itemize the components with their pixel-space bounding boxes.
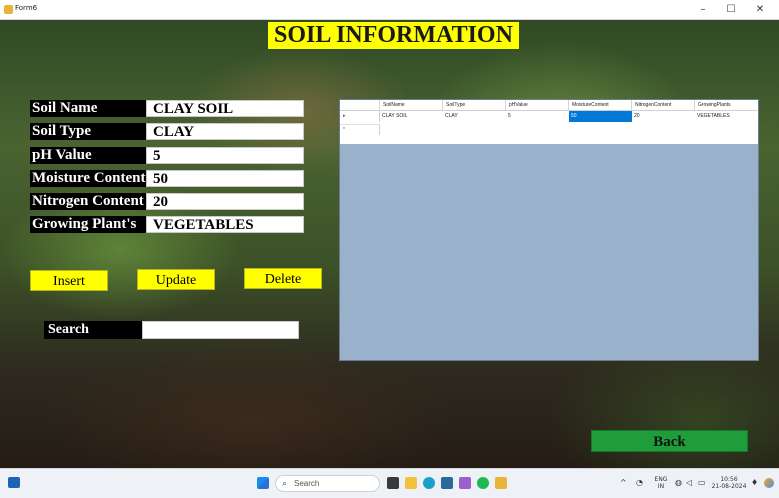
column-header[interactable]: SoilType bbox=[443, 100, 506, 111]
column-header[interactable]: MoistureContent bbox=[569, 100, 632, 111]
column-header[interactable]: pHValue bbox=[506, 100, 569, 111]
chevron-up-icon[interactable]: ^ bbox=[620, 479, 627, 487]
row-header-current[interactable]: ▸ bbox=[340, 111, 380, 122]
grid-content: SoilName SoilType pHValue MoistureConten… bbox=[340, 100, 758, 144]
running-app-icon[interactable] bbox=[495, 477, 507, 489]
grid-cell[interactable]: 20 bbox=[632, 111, 695, 122]
app-icon bbox=[4, 5, 13, 14]
task-view-app-icon[interactable] bbox=[387, 477, 399, 489]
search-label: Search bbox=[44, 321, 142, 339]
clock-date: 21-08-2024 bbox=[711, 483, 747, 490]
spotify-icon[interactable] bbox=[477, 477, 489, 489]
clock[interactable]: 10:56 21-08-2024 bbox=[709, 476, 749, 490]
soil-name-label: Soil Name bbox=[30, 100, 148, 117]
growing-plants-label: Growing Plant's bbox=[30, 216, 148, 233]
back-button[interactable]: Back bbox=[591, 430, 748, 452]
file-explorer-icon[interactable] bbox=[405, 477, 417, 489]
soil-type-label: Soil Type bbox=[30, 123, 148, 140]
store-icon[interactable] bbox=[441, 477, 453, 489]
search-input[interactable] bbox=[142, 321, 299, 339]
column-header[interactable]: SoilName bbox=[380, 100, 443, 111]
language-label: ENG bbox=[654, 476, 668, 483]
region-label: IN bbox=[657, 483, 665, 490]
grid-cell[interactable]: 5 bbox=[506, 111, 569, 122]
taskbar: ⌕ Search ^ ◔ ENG IN ◍ ◁ ▭ 10:56 21-08-20… bbox=[0, 468, 779, 498]
page-title: SOIL INFORMATION bbox=[268, 22, 519, 49]
grid-cell[interactable]: CLAY SOIL bbox=[380, 111, 443, 122]
nitrogen-content-label: Nitrogen Content bbox=[30, 193, 148, 210]
battery-icon[interactable]: ▭ bbox=[698, 479, 706, 487]
notification-bell-icon[interactable]: ♦ bbox=[751, 479, 758, 487]
volume-icon[interactable]: ◁ bbox=[686, 479, 692, 487]
language-indicator[interactable]: ENG IN bbox=[652, 476, 670, 490]
clock-time: 10:56 bbox=[720, 476, 738, 483]
delete-button[interactable]: Delete bbox=[244, 268, 322, 289]
update-button[interactable]: Update bbox=[137, 269, 215, 290]
grid-cell[interactable]: VEGETABLES bbox=[695, 111, 758, 122]
taskbar-search-box[interactable]: ⌕ Search bbox=[275, 475, 380, 492]
ph-value-field[interactable]: 5 bbox=[146, 147, 304, 164]
start-windows-icon[interactable] bbox=[257, 477, 269, 489]
growing-plants-field[interactable]: VEGETABLES bbox=[146, 216, 304, 233]
visual-studio-icon[interactable] bbox=[459, 477, 471, 489]
minimize-button[interactable]: – bbox=[692, 2, 714, 17]
taskbar-search-placeholder: Search bbox=[294, 479, 320, 488]
copilot-icon[interactable] bbox=[764, 478, 774, 488]
grid-corner-header bbox=[340, 100, 380, 111]
column-header[interactable]: NitrogenContent bbox=[632, 100, 695, 111]
task-view-icon[interactable] bbox=[8, 477, 20, 488]
window-title: Form6 bbox=[15, 4, 38, 12]
grid-cell-selected[interactable]: 50 bbox=[569, 111, 632, 122]
nitrogen-content-field[interactable]: 20 bbox=[146, 193, 304, 210]
soil-type-field[interactable]: CLAY bbox=[146, 123, 304, 140]
search-icon: ⌕ bbox=[282, 478, 288, 488]
close-button[interactable]: ✕ bbox=[749, 2, 771, 17]
insert-button[interactable]: Insert bbox=[30, 270, 108, 291]
maximize-button[interactable]: ☐ bbox=[720, 2, 742, 17]
form-client-area: SOIL INFORMATION Soil Name CLAY SOIL Soi… bbox=[0, 20, 779, 468]
soil-name-field[interactable]: CLAY SOIL bbox=[146, 100, 304, 117]
row-header-new[interactable]: * bbox=[340, 124, 380, 135]
grid-cell[interactable]: CLAY bbox=[443, 111, 506, 122]
wifi-icon[interactable]: ◍ bbox=[675, 479, 682, 487]
column-header[interactable]: GrowingPlants bbox=[695, 100, 758, 111]
moisture-content-field[interactable]: 50 bbox=[146, 170, 304, 187]
moisture-content-label: Moisture Content bbox=[30, 170, 148, 187]
soil-data-grid[interactable]: SoilName SoilType pHValue MoistureConten… bbox=[339, 99, 759, 361]
window-titlebar: Form6 – ☐ ✕ bbox=[0, 0, 779, 20]
network-status-icon[interactable]: ◔ bbox=[636, 479, 643, 487]
edge-browser-icon[interactable] bbox=[423, 477, 435, 489]
ph-value-label: pH Value bbox=[30, 147, 148, 164]
